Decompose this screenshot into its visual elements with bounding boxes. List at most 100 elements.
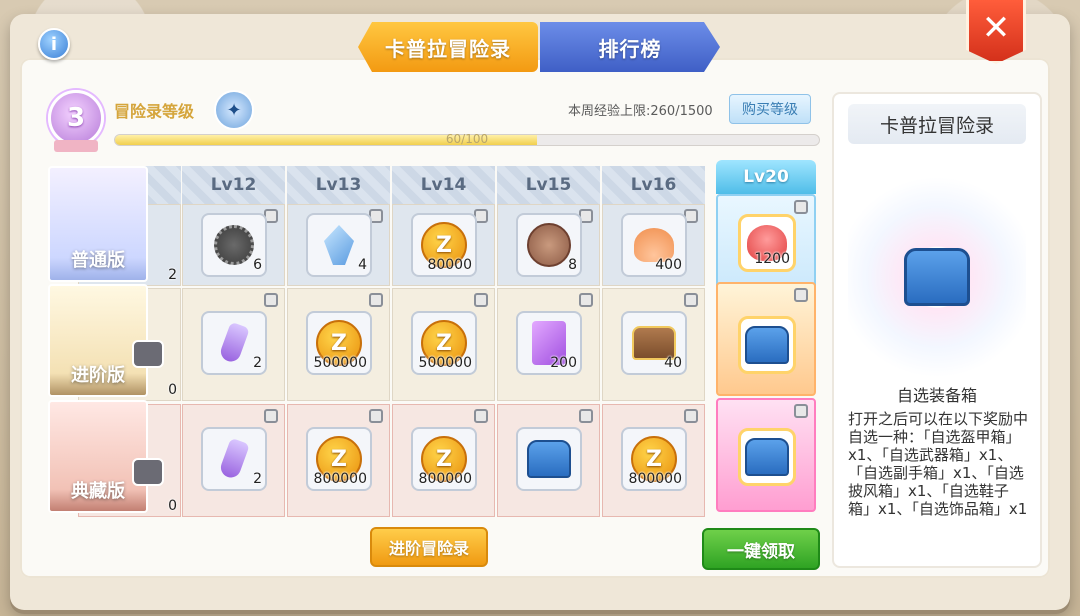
lock-icon [794, 288, 808, 302]
reward-qty: 0 [168, 382, 177, 398]
column-header-lv12: Lv12 [182, 166, 285, 204]
reward-item: 40 [621, 311, 687, 375]
weekly-exp-cap: 本周经验上限:260/1500 [568, 104, 713, 119]
lock-icon [132, 458, 164, 486]
reward-qty: 500000 [313, 355, 367, 371]
adventure-level-title: 冒险录等级 [114, 102, 195, 121]
column-header-lv14: Lv14 [392, 166, 495, 204]
lock-icon [684, 293, 698, 307]
adventure-level-badge: 3 [48, 90, 104, 146]
reward-cell-collector[interactable]: Z 800000 [287, 404, 390, 517]
reward-item: Z 800000 [621, 427, 687, 491]
reward-item: 200 [516, 311, 582, 375]
lock-icon [369, 409, 383, 423]
cat-coin-icon [527, 223, 571, 267]
exp-progress-text: 60/100 [445, 132, 489, 146]
potion-icon [218, 321, 250, 365]
lock-icon [684, 409, 698, 423]
equipment-chest-icon [745, 326, 789, 364]
reward-qty: 80000 [427, 257, 472, 273]
lv20-advanced-reward[interactable] [716, 282, 816, 396]
reward-qty: 0 [168, 498, 177, 514]
reward-item [516, 427, 582, 491]
reward-cell-advanced[interactable]: 2 [182, 288, 285, 401]
reward-item: 4 [306, 213, 372, 277]
tier-collector-label: 典藏版 [71, 481, 125, 502]
reward-qty: 400 [655, 257, 682, 273]
equipment-chest-icon [745, 438, 789, 476]
reward-item [738, 428, 796, 486]
tab-leaderboard[interactable]: 排行榜 [540, 22, 720, 72]
level-ribbon [54, 140, 98, 152]
chest-blue-icon [527, 440, 571, 478]
reward-cell-normal[interactable]: 400 [602, 204, 705, 286]
reward-qty: 40 [664, 355, 682, 371]
lock-icon [794, 200, 808, 214]
reward-item: 400 [621, 213, 687, 277]
lock-icon [369, 293, 383, 307]
panel-title: 卡普拉冒险录 [848, 104, 1026, 144]
reward-qty: 2 [168, 267, 177, 283]
reward-cell-normal[interactable]: 4 [287, 204, 390, 286]
reward-cell-normal[interactable]: Z 80000 [392, 204, 495, 286]
tier-advanced[interactable]: 进阶版 [48, 284, 164, 397]
reward-item [738, 316, 796, 374]
potion-icon [218, 437, 250, 481]
lock-icon [579, 293, 593, 307]
column-header-lv16: Lv16 [602, 166, 705, 204]
reward-qty: 8 [568, 257, 577, 273]
advanced-adventure-button[interactable]: 进阶冒险录 [370, 527, 488, 567]
reward-cell-normal[interactable]: 8 [497, 204, 600, 286]
crystal-icon [324, 225, 354, 265]
reward-qty: 500000 [418, 355, 472, 371]
reward-qty: 800000 [313, 471, 367, 487]
column-header-lv15: Lv15 [497, 166, 600, 204]
reward-cell-advanced[interactable]: Z 500000 [392, 288, 495, 401]
lock-icon [264, 293, 278, 307]
reward-item: Z 800000 [306, 427, 372, 491]
tab-kafra-adventure[interactable]: 卡普拉冒险录 [358, 22, 538, 72]
tier-collector[interactable]: 典藏版 [48, 400, 164, 513]
lock-icon [264, 409, 278, 423]
info-icon[interactable]: i [38, 28, 70, 60]
reward-item: 2 [201, 427, 267, 491]
reward-cell-collector[interactable]: 2 [182, 404, 285, 517]
reward-cell-advanced[interactable]: 40 [602, 288, 705, 401]
reward-item: 1200 [738, 214, 796, 272]
reward-item-description: 打开之后可以在以下奖励中自选一种：「自选盔甲箱」x1、「自选武器箱」x1、「自选… [848, 410, 1029, 518]
tier-normal[interactable]: 普通版 [48, 166, 148, 282]
reward-item: Z 80000 [411, 213, 477, 277]
reward-item: 2 [201, 311, 267, 375]
reward-item: Z 800000 [411, 427, 477, 491]
reward-qty: 4 [358, 257, 367, 273]
reward-item: Z 500000 [306, 311, 372, 375]
reward-cell-normal[interactable]: 6 [182, 204, 285, 286]
lock-icon [474, 293, 488, 307]
reward-qty: 800000 [628, 471, 682, 487]
reward-item-name: 自选装备箱 [896, 386, 977, 405]
reward-qty: 6 [253, 257, 262, 273]
reward-cell-advanced[interactable]: Z 500000 [287, 288, 390, 401]
reward-item: Z 500000 [411, 311, 477, 375]
close-icon: ✕ [981, 8, 1011, 48]
buy-level-button[interactable]: 购买等级 [729, 94, 811, 124]
reward-cell-collector[interactable]: Z 800000 [602, 404, 705, 517]
satellite-icon[interactable]: ✦ [214, 90, 254, 130]
reward-cell-collector[interactable] [497, 404, 600, 517]
tier-normal-label: 普通版 [71, 250, 125, 271]
reward-qty: 2 [253, 471, 262, 487]
reward-item: 6 [201, 213, 267, 277]
column-header-lv13: Lv13 [287, 166, 390, 204]
reward-qty: 800000 [418, 471, 472, 487]
reward-qty: 1200 [754, 251, 790, 267]
lv20-collector-reward[interactable] [716, 398, 816, 512]
lv20-header: Lv20 [716, 160, 816, 194]
reward-cell-collector[interactable]: Z 800000 [392, 404, 495, 517]
lock-icon [474, 409, 488, 423]
reward-cell-advanced[interactable]: 200 [497, 288, 600, 401]
lock-icon [132, 340, 164, 368]
reward-qty: 200 [550, 355, 577, 371]
disc-icon [214, 225, 254, 265]
claim-all-button[interactable]: 一键领取 [702, 528, 820, 570]
lock-icon [794, 404, 808, 418]
